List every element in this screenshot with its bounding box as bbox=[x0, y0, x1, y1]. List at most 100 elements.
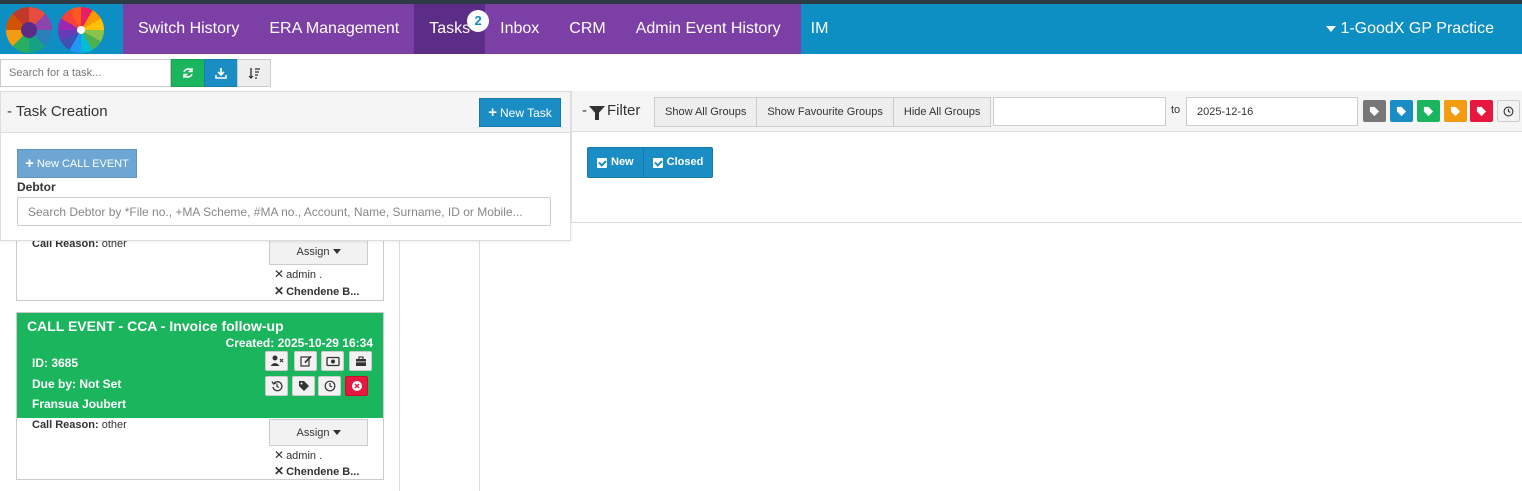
status-new-label: New bbox=[611, 156, 634, 168]
remove-assignee-icon[interactable]: ✕ bbox=[274, 267, 284, 281]
tag-icon bbox=[298, 381, 309, 391]
task-card[interactable]: CALL EVENT - CCA - Invoice follow-up Cre… bbox=[16, 312, 384, 480]
filter-panel: - Filter Show All Groups Show Favourite G… bbox=[571, 91, 1522, 223]
task-creation-panel: - Task Creation + New Task + New CALL EVEN… bbox=[0, 91, 571, 241]
nav-inbox[interactable]: Inbox bbox=[485, 4, 554, 54]
date-to-label: to bbox=[1171, 104, 1181, 116]
assignee-item: ✕ admin . bbox=[274, 267, 322, 281]
nav-im-label: IM bbox=[810, 20, 829, 37]
practice-name: 1-GoodX GP Practice bbox=[1340, 20, 1494, 37]
history-icon bbox=[270, 381, 283, 392]
nav-era-management[interactable]: ERA Management bbox=[254, 4, 414, 54]
filter-header: - Filter Show All Groups Show Favourite G… bbox=[572, 91, 1522, 132]
remove-assignee-icon[interactable]: ✕ bbox=[274, 448, 284, 462]
debtor-search-input[interactable] bbox=[17, 197, 551, 226]
close-task-button[interactable] bbox=[345, 376, 368, 396]
show-all-groups-button[interactable]: Show All Groups bbox=[655, 98, 758, 126]
date-to-input[interactable] bbox=[1186, 97, 1358, 126]
tag-filter-grey[interactable] bbox=[1363, 100, 1386, 122]
call-reason-label: Call Reason: bbox=[32, 419, 99, 431]
assign-label: Assign bbox=[296, 245, 330, 258]
nav-tasks-label: Tasks bbox=[429, 20, 471, 37]
briefcase-icon bbox=[355, 355, 366, 366]
call-reason-value: other bbox=[101, 419, 127, 431]
top-navbar: Switch History ERA Management Tasks 2 Inb… bbox=[0, 4, 1522, 54]
user-remove-icon bbox=[270, 355, 283, 366]
assign-button[interactable]: Assign bbox=[269, 419, 368, 446]
new-task-button[interactable]: + New Task bbox=[479, 98, 561, 127]
color-wheel-logo[interactable] bbox=[58, 7, 104, 53]
nav-switch-history-label: Switch History bbox=[138, 20, 240, 37]
tag-icon bbox=[1423, 106, 1434, 116]
clock-icon bbox=[324, 380, 335, 392]
refresh-button[interactable] bbox=[171, 59, 205, 87]
tag-icon bbox=[1396, 106, 1407, 116]
tag-filter-red[interactable] bbox=[1470, 100, 1493, 122]
tag-icon bbox=[1369, 106, 1380, 116]
sort-button[interactable] bbox=[237, 59, 271, 87]
assign-button[interactable]: Assign bbox=[269, 238, 368, 265]
nav-switch-history[interactable]: Switch History bbox=[123, 4, 254, 54]
show-favourite-groups-button[interactable]: Show Favourite Groups bbox=[757, 98, 894, 126]
practice-selector[interactable]: 1-GoodX GP Practice bbox=[1326, 4, 1494, 54]
plus-icon: + bbox=[25, 155, 34, 172]
sort-icon bbox=[248, 68, 260, 79]
assignee-name: Chendene B... bbox=[286, 466, 360, 478]
new-call-event-label: New CALL EVENT bbox=[36, 157, 129, 170]
tag-task-button[interactable] bbox=[292, 376, 315, 396]
goodx-logo[interactable] bbox=[6, 7, 52, 53]
task-search-input[interactable] bbox=[0, 59, 171, 87]
task-title: CALL EVENT - CCA - Invoice follow-up bbox=[27, 318, 284, 334]
task-creation-title[interactable]: - Task Creation bbox=[7, 103, 108, 120]
plus-icon: + bbox=[488, 104, 497, 121]
nav-inbox-label: Inbox bbox=[500, 20, 540, 37]
nav-admin-event-history[interactable]: Admin Event History bbox=[621, 4, 796, 54]
nav-im[interactable]: IM bbox=[796, 4, 844, 54]
nav-crm[interactable]: CRM bbox=[554, 4, 620, 54]
filter-icon bbox=[589, 106, 605, 120]
hide-all-groups-button[interactable]: Hide All Groups bbox=[893, 98, 991, 126]
briefcase-button[interactable] bbox=[349, 351, 372, 371]
tag-filter-orange[interactable] bbox=[1444, 100, 1467, 122]
history-button[interactable] bbox=[265, 376, 288, 396]
date-from-input[interactable] bbox=[993, 97, 1166, 126]
task-creation-header: - Task Creation + New Task bbox=[1, 92, 570, 133]
status-closed-toggle[interactable]: Closed bbox=[642, 148, 713, 177]
checkbox-checked-icon bbox=[597, 157, 607, 168]
task-owner: Fransua Joubert bbox=[32, 397, 127, 411]
status-closed-label: Closed bbox=[666, 156, 704, 168]
tag-filter-green[interactable] bbox=[1417, 100, 1440, 122]
assignee-item: ✕ admin . bbox=[274, 448, 322, 462]
tag-filter-blue[interactable] bbox=[1390, 100, 1413, 122]
money-icon bbox=[325, 356, 340, 366]
group-buttons: Show All Groups Show Favourite Groups Hi… bbox=[654, 97, 992, 127]
debtor-label: Debtor bbox=[17, 180, 56, 194]
unassign-user-button[interactable] bbox=[265, 351, 288, 371]
reminder-button[interactable] bbox=[318, 376, 341, 396]
caret-down-icon bbox=[332, 430, 341, 435]
assignee-item: ✕ Chendene B... bbox=[274, 284, 359, 298]
remove-assignee-icon[interactable]: ✕ bbox=[274, 464, 284, 478]
refresh-icon bbox=[183, 68, 193, 78]
edit-task-button[interactable] bbox=[294, 351, 317, 371]
caret-down-icon bbox=[332, 249, 341, 254]
tag-icon bbox=[1476, 106, 1487, 116]
task-due-date: Due by: Not Set bbox=[32, 377, 122, 391]
filter-title: Filter bbox=[607, 102, 641, 119]
checkbox-checked-icon bbox=[652, 157, 663, 168]
assignee-name: Chendene B... bbox=[286, 286, 360, 298]
nav-admin-event-history-label: Admin Event History bbox=[635, 20, 781, 37]
download-button[interactable] bbox=[204, 59, 238, 87]
logo-area bbox=[0, 4, 123, 54]
status-new-toggle[interactable]: New bbox=[588, 148, 643, 177]
task-card-header: CALL EVENT - CCA - Invoice follow-up Cre… bbox=[17, 313, 383, 418]
download-icon bbox=[215, 68, 227, 79]
filter-toggle[interactable]: - Filter bbox=[582, 102, 641, 120]
remove-assignee-icon[interactable]: ✕ bbox=[274, 284, 284, 298]
tag-icon bbox=[1450, 106, 1461, 116]
new-call-event-button[interactable]: + New CALL EVENT bbox=[17, 149, 137, 178]
view-task-button[interactable] bbox=[321, 351, 344, 371]
assign-label: Assign bbox=[296, 426, 330, 439]
nav-tasks[interactable]: Tasks 2 bbox=[414, 4, 490, 54]
reminder-filter[interactable] bbox=[1497, 100, 1520, 122]
